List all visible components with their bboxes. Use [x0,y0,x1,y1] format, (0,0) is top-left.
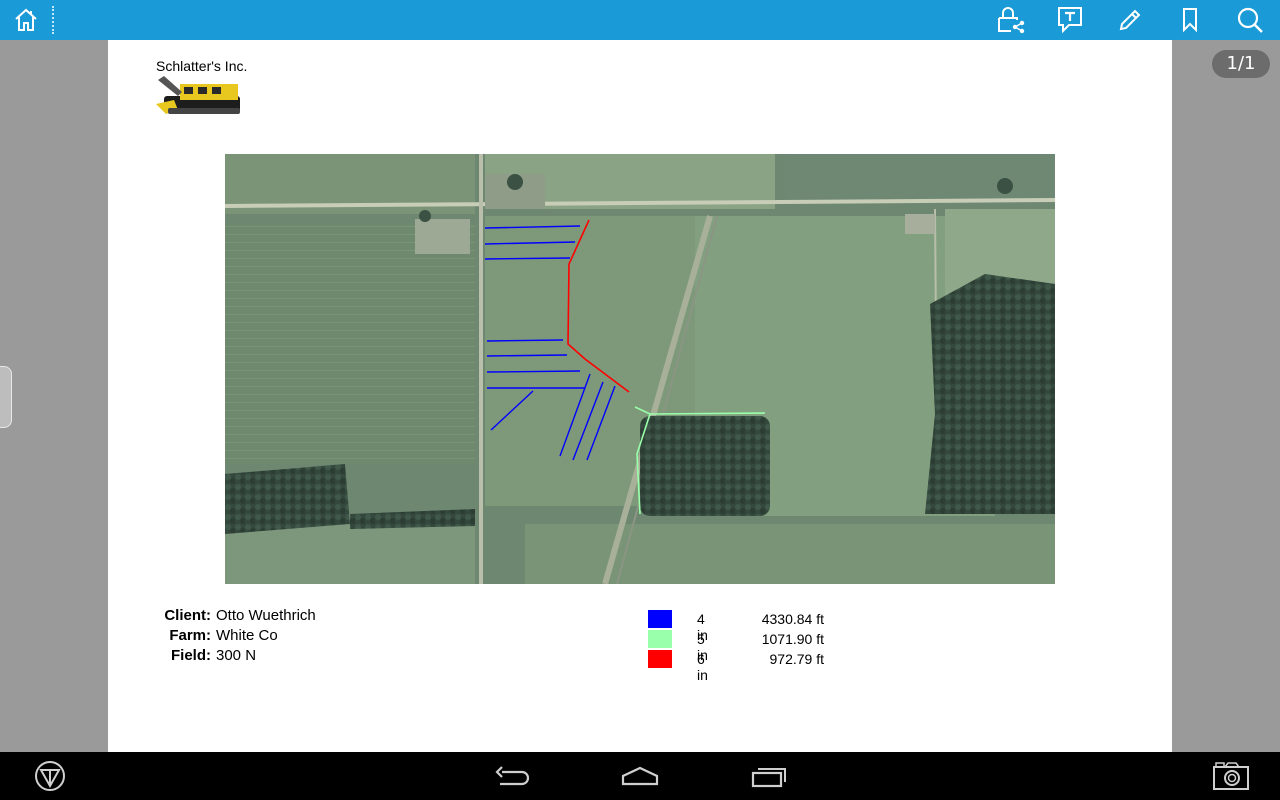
company-name: Schlatter's Inc. [156,58,248,74]
farm-row: Farm: White Co [156,626,316,646]
legend-length: 4330.84 ft [761,611,824,627]
search-button[interactable] [1234,4,1266,36]
search-icon [1237,7,1263,33]
back-button[interactable] [494,760,530,792]
client-value: Otto Wuethrich [216,607,316,624]
home-icon [15,8,37,31]
legend-size: 6 in [697,651,708,683]
share-button[interactable] [994,4,1026,36]
client-row: Client: Otto Wuethrich [156,606,316,626]
field-label: Field: [171,647,211,664]
screenshot-icon [1213,762,1249,790]
legend-item: 6 in 972.79 ft [648,649,824,683]
farm-label: Farm: [169,627,211,644]
add-text-button[interactable] [1054,4,1086,36]
toolbar-divider [52,6,54,34]
field-info: Client: Otto Wuethrich Farm: White Co Fi… [156,606,316,666]
legend-swatch [648,650,672,668]
document-viewer[interactable]: Schlatter's Inc. Client: Otto Wuethrich … [0,40,1280,752]
pen-icon [1119,9,1141,31]
home-button[interactable] [10,4,42,36]
bookmark-icon [1183,8,1197,33]
app-logo-icon [35,761,65,791]
legend-item: 5 in 1071.90 ft [648,629,824,663]
annotate-button[interactable] [1114,4,1146,36]
back-icon [495,766,530,786]
recent-apps-icon [751,768,786,788]
document-page: Schlatter's Inc. Client: Otto Wuethrich … [108,40,1172,752]
share-icon [998,7,1025,34]
farm-value: White Co [216,627,278,644]
side-panel-handle[interactable] [0,366,12,428]
page-indicator: 1/1 [1212,50,1270,78]
top-toolbar [0,0,1280,40]
field-row: Field: 300 N [156,646,316,666]
app-logo-button[interactable] [34,760,66,792]
text-icon [1058,7,1082,34]
screenshot-button[interactable] [1212,760,1250,792]
company-logo [156,76,240,114]
home-nav-button[interactable] [620,760,660,792]
aerial-map [225,154,1055,584]
legend-swatch [648,610,672,628]
field-value: 300 N [216,647,257,664]
legend-length: 1071.90 ft [761,631,824,647]
legend-swatch [648,630,672,648]
recent-apps-button[interactable] [750,760,788,792]
pipe-legend: 4 in 4330.84 ft 5 in 1071.90 ft 6 in 972… [648,609,824,683]
legend-item: 4 in 4330.84 ft [648,609,824,643]
home-icon [621,766,659,786]
system-navigation-bar [0,752,1280,800]
legend-length: 972.79 ft [769,651,825,667]
client-label: Client: [164,607,211,624]
bookmark-button[interactable] [1174,4,1206,36]
